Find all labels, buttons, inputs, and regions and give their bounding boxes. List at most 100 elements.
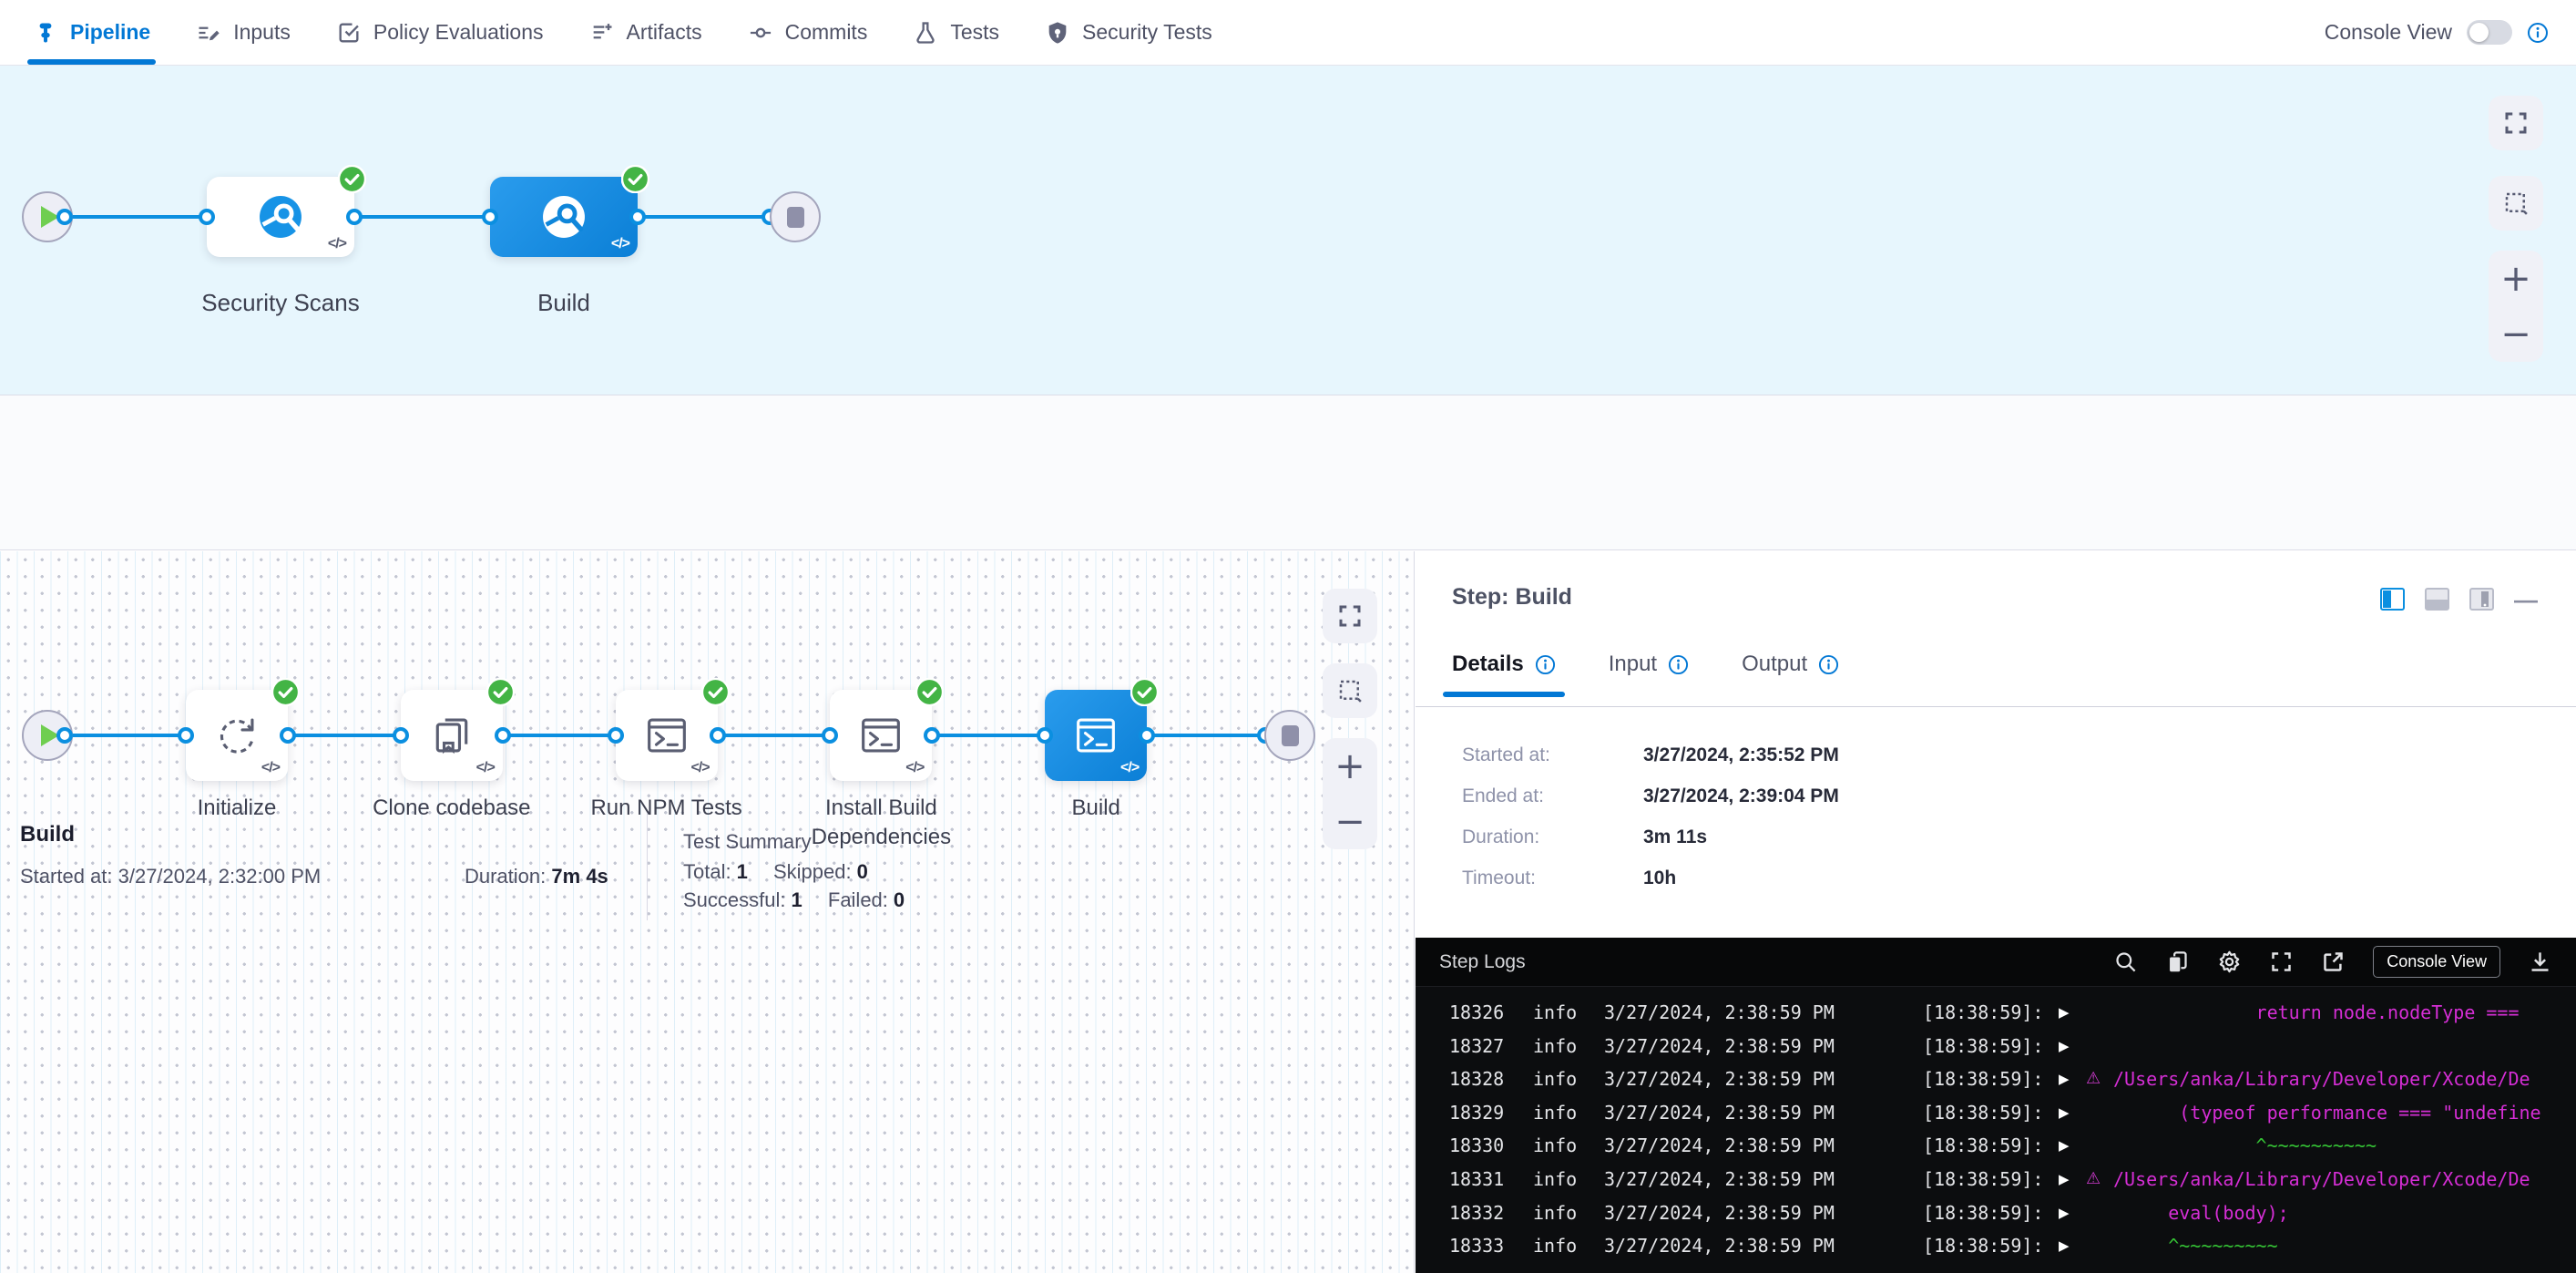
expand-caret-icon[interactable]: ▶ <box>2059 996 2070 1030</box>
layout-right-pane-icon[interactable] <box>2380 588 2405 611</box>
panel-tab[interactable]: Output <box>1742 652 1839 697</box>
expand-caret-icon[interactable]: ▶ <box>2059 1129 2070 1163</box>
log-line[interactable]: 18327 info 3/27/2024, 2:38:59 PM [18:38:… <box>1416 1030 2576 1063</box>
info-icon[interactable] <box>1668 654 1689 675</box>
expand-caret-icon[interactable]: ▶ <box>2059 1096 2070 1130</box>
info-icon[interactable] <box>2527 22 2549 44</box>
port <box>495 727 511 744</box>
success-badge-icon <box>621 165 649 193</box>
log-line[interactable]: 18326 info 3/27/2024, 2:38:59 PM [18:38:… <box>1416 996 2576 1030</box>
step-execution-canvas[interactable]: </> Initialize </> <box>0 551 1415 1273</box>
warning-icon: ⚠ <box>2086 1163 2101 1196</box>
port <box>608 727 624 744</box>
step-node[interactable]: </> Initialize <box>186 690 288 781</box>
stage-node[interactable]: </> Build <box>490 177 638 257</box>
log-level: info <box>1533 1063 1577 1096</box>
step-logs-header: Step Logs <box>1416 938 2576 987</box>
open-in-new-window-icon[interactable] <box>2321 950 2346 974</box>
expand-caret-icon[interactable]: ▶ <box>2059 1030 2070 1063</box>
terminal-icon <box>854 709 907 762</box>
log-datetime: 3/27/2024, 2:38:59 PM <box>1604 1129 1835 1163</box>
nav-tab[interactable]: Tests <box>913 0 999 65</box>
log-datetime: 3/27/2024, 2:38:59 PM <box>1604 1229 1835 1263</box>
log-time: [18:38:59]: <box>1923 1096 2043 1130</box>
expand-caret-icon[interactable]: ▶ <box>2059 1063 2070 1096</box>
stage-edge <box>47 215 795 219</box>
fullscreen-button[interactable] <box>1323 589 1377 643</box>
console-view-button[interactable]: Console View <box>2373 946 2500 978</box>
nav-right: Console View <box>2325 20 2549 45</box>
logs-actions: Console View <box>2113 946 2552 978</box>
fullscreen-button[interactable] <box>2489 96 2543 150</box>
stage-end-node[interactable] <box>1264 710 1315 761</box>
copy-icon[interactable] <box>2165 950 2190 974</box>
nav-tab[interactable]: Commits <box>748 0 868 65</box>
expand-caret-icon[interactable]: ▶ <box>2059 1196 2070 1230</box>
nav-tab[interactable]: Artifacts <box>589 0 702 65</box>
detail-row: Duration: 3m 11s <box>1416 826 2576 867</box>
download-icon[interactable] <box>2528 950 2552 974</box>
log-level: info <box>1533 1229 1577 1263</box>
step-node[interactable]: </> Install Build Dependencies <box>830 690 932 781</box>
nav-tab[interactable]: Security Tests <box>1045 0 1212 65</box>
stage-node[interactable]: </> Security Scans <box>207 177 354 257</box>
pipeline-end-node[interactable] <box>770 191 821 242</box>
security-scan-icon <box>254 190 307 243</box>
log-content: ^~~~~~~~~~ <box>2113 1229 2576 1263</box>
nav-tab[interactable]: Inputs <box>196 0 291 65</box>
security-icon <box>1045 20 1070 46</box>
panel-tab[interactable]: Input <box>1609 652 1689 697</box>
templated-glyph: </> <box>905 760 924 776</box>
step-label[interactable]: Run NPM Tests <box>553 794 781 823</box>
step-node[interactable]: </> Build <box>1045 690 1147 781</box>
security-scan-icon <box>537 190 590 243</box>
log-datetime: 3/27/2024, 2:38:59 PM <box>1604 1063 1835 1096</box>
log-line[interactable]: 18328 info 3/27/2024, 2:38:59 PM [18:38:… <box>1416 1063 2576 1096</box>
log-line[interactable]: 18330 info 3/27/2024, 2:38:59 PM [18:38:… <box>1416 1129 2576 1163</box>
step-node[interactable]: </> Clone codebase <box>401 690 503 781</box>
fullscreen-icon[interactable] <box>2269 950 2294 974</box>
step-label[interactable]: Initialize <box>123 794 351 823</box>
zoom-controls: + − <box>1323 738 1377 849</box>
templated-glyph: </> <box>328 236 346 252</box>
stage-label[interactable]: Security Scans <box>144 289 417 317</box>
log-line-number: 18333 <box>1449 1229 1504 1263</box>
step-node[interactable]: </> Run NPM Tests <box>616 690 718 781</box>
zoom-out-button[interactable]: − <box>2500 316 2531 353</box>
detail-row: Started at: 3/27/2024, 2:35:52 PM <box>1416 744 2576 785</box>
port <box>393 727 409 744</box>
zoom-out-button[interactable]: − <box>1334 804 1365 840</box>
log-line[interactable]: 18329 info 3/27/2024, 2:38:59 PM [18:38:… <box>1416 1096 2576 1130</box>
log-line[interactable]: 18333 info 3/27/2024, 2:38:59 PM [18:38:… <box>1416 1229 2576 1263</box>
templated-glyph: </> <box>261 760 280 776</box>
layout-bottom-pane-icon[interactable] <box>2425 588 2449 611</box>
log-lines: 18326 info 3/27/2024, 2:38:59 PM [18:38:… <box>1416 987 2576 1273</box>
port <box>1037 727 1053 744</box>
panel-title: Step: Build <box>1452 584 1572 611</box>
zoom-in-button[interactable]: + <box>2500 261 2531 297</box>
nav-tab[interactable]: Pipeline <box>33 0 150 65</box>
divider <box>1416 706 2576 707</box>
panel-tab[interactable]: Details <box>1452 652 1556 697</box>
zoom-in-button[interactable]: + <box>1334 748 1365 785</box>
info-icon[interactable] <box>1818 654 1839 675</box>
log-datetime: 3/27/2024, 2:38:59 PM <box>1604 1096 1835 1130</box>
commits-icon <box>748 20 773 46</box>
port <box>56 209 73 225</box>
log-line-number: 18326 <box>1449 996 1504 1030</box>
info-icon[interactable] <box>1535 654 1556 675</box>
stage-label[interactable]: Build <box>427 289 700 317</box>
settings-gear-icon[interactable] <box>2217 950 2242 974</box>
marquee-select-button[interactable] <box>1323 663 1377 718</box>
expand-caret-icon[interactable]: ▶ <box>2059 1163 2070 1196</box>
console-view-toggle[interactable] <box>2467 20 2512 45</box>
step-label[interactable]: Clone codebase <box>338 794 566 823</box>
log-line[interactable]: 18332 info 3/27/2024, 2:38:59 PM [18:38:… <box>1416 1196 2576 1230</box>
nav-tab[interactable]: Policy Evaluations <box>336 0 544 65</box>
search-icon[interactable] <box>2113 950 2138 974</box>
layout-float-pane-icon[interactable] <box>2469 588 2494 611</box>
step-label[interactable]: Build <box>982 794 1210 823</box>
marquee-select-button[interactable] <box>2489 176 2543 231</box>
expand-caret-icon[interactable]: ▶ <box>2059 1229 2070 1263</box>
log-line[interactable]: 18331 info 3/27/2024, 2:38:59 PM [18:38:… <box>1416 1163 2576 1196</box>
